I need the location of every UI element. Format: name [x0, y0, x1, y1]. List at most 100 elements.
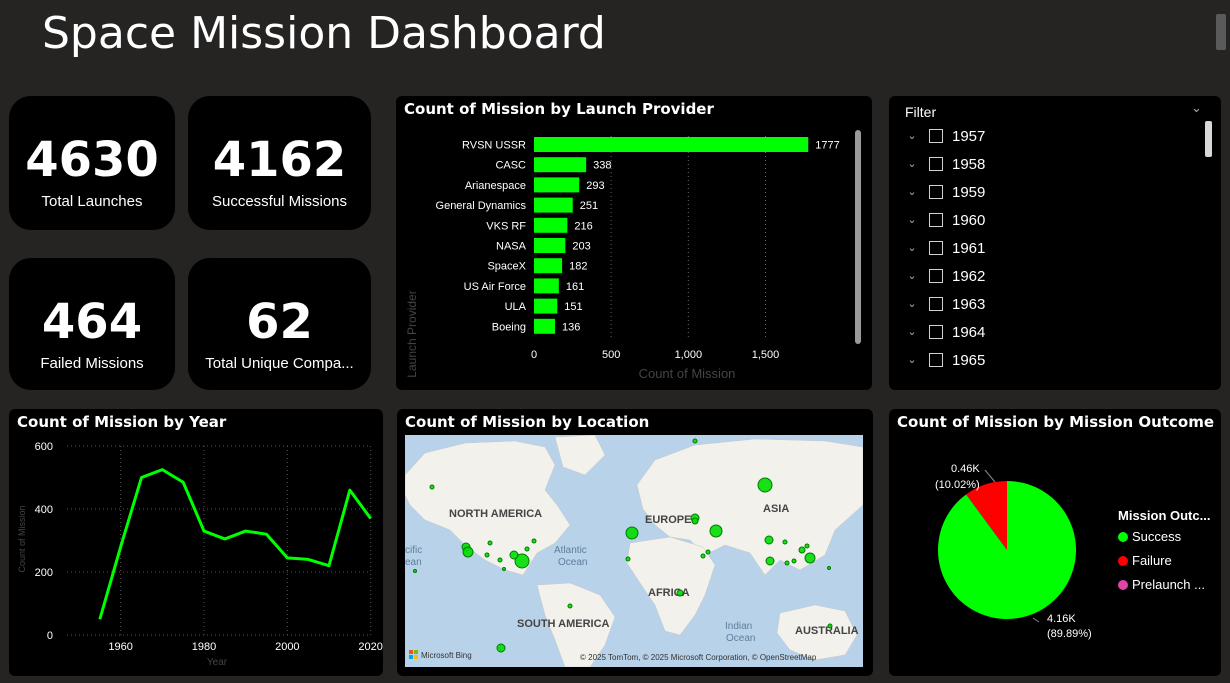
pie-slice-success[interactable] [938, 481, 1076, 619]
chevron-down-icon[interactable]: ⌄ [905, 269, 919, 283]
provider-bar[interactable] [534, 278, 559, 294]
map-marker-new-zealand[interactable] [827, 623, 833, 629]
provider-bar[interactable] [534, 157, 587, 173]
chevron-down-icon[interactable]: ⌄ [905, 297, 919, 311]
map-marker-brazil[interactable] [567, 603, 573, 609]
map-marker-alaska[interactable] [429, 484, 435, 490]
filter-year-1959[interactable]: ⌄ 1959 [905, 178, 985, 206]
chevron-down-icon[interactable]: ⌄ [905, 157, 919, 171]
provider-chart-panel[interactable]: Count of Mission by Launch Provider Laun… [396, 96, 872, 390]
filter-title: Filter [905, 104, 937, 120]
map-marker-wallops[interactable] [524, 546, 530, 552]
map-marker-texas[interactable] [497, 557, 503, 563]
chevron-down-icon[interactable]: ⌄ [905, 213, 919, 227]
chevron-down-icon[interactable]: ⌄ [905, 241, 919, 255]
provider-bar[interactable] [534, 258, 563, 274]
map-marker-kapustin[interactable] [709, 524, 723, 538]
map-marker-india[interactable] [764, 535, 774, 545]
map-marker-california[interactable] [462, 546, 474, 558]
year-xtick-label: 1960 [108, 641, 132, 653]
map-marker-israel[interactable] [700, 553, 706, 559]
year-chart-panel[interactable]: Count of Mission by Year Count of Missio… [9, 409, 383, 676]
provider-category-label: US Air Force [464, 281, 526, 293]
filter-year-1960[interactable]: ⌄ 1960 [905, 206, 985, 234]
filter-year-1964[interactable]: ⌄ 1964 [905, 318, 985, 346]
checkbox[interactable] [929, 297, 943, 311]
year-ytick-label: 600 [35, 441, 53, 453]
map-marker-kiritimati[interactable] [487, 540, 493, 546]
chevron-down-icon[interactable]: ⌄ [905, 129, 919, 143]
checkbox[interactable] [929, 325, 943, 339]
provider-value-label: 293 [586, 180, 604, 192]
map-marker-tanegashima[interactable] [827, 566, 831, 570]
provider-bar[interactable] [534, 238, 566, 253]
map-label-atlantic: Atlantic [554, 545, 587, 556]
provider-bar[interactable] [534, 298, 558, 314]
legend-item-failure[interactable]: Failure [1118, 553, 1172, 568]
map-marker-kwajalein[interactable] [502, 567, 506, 571]
map-marker-baikonur[interactable] [757, 477, 773, 493]
map-marker-kenya[interactable] [676, 589, 684, 597]
chevron-down-icon[interactable]: ⌄ [905, 353, 919, 367]
map-marker-jiuquan[interactable] [782, 539, 788, 545]
map-marker-sriharikota[interactable] [765, 556, 775, 566]
checkbox[interactable] [929, 129, 943, 143]
provider-value-label: 182 [569, 261, 587, 273]
filter-slicer[interactable]: Filter ⌄ ⌄ 1957 ⌄ 1958 ⌄ 1959 ⌄ 1960 ⌄ 1961 ⌄ 1962 ⌄… [889, 96, 1221, 390]
chevron-down-icon[interactable]: ⌄ [905, 325, 919, 339]
year-ytick-label: 200 [35, 567, 53, 579]
year-line-series[interactable] [98, 468, 372, 620]
filter-year-1962[interactable]: ⌄ 1962 [905, 262, 985, 290]
chevron-down-icon[interactable]: ⌄ [905, 185, 919, 199]
legend-item-prelaunch[interactable]: Prelaunch ... [1118, 577, 1205, 592]
provider-bar[interactable] [534, 137, 809, 152]
legend-item-success[interactable]: Success [1118, 529, 1181, 544]
filter-year-1958[interactable]: ⌄ 1958 [905, 150, 985, 178]
world-map[interactable]: NORTH AMERICA EUROPE ASIA AFRICA SOUTH A… [405, 435, 863, 667]
map-marker-virginia[interactable] [531, 538, 537, 544]
map-marker-iran[interactable] [705, 549, 711, 555]
filter-year-1965[interactable]: ⌄ 1965 [905, 346, 985, 374]
map-marker-xichang[interactable] [791, 558, 797, 564]
map-marker-florida[interactable] [509, 550, 519, 560]
map-marker-baja[interactable] [413, 569, 417, 573]
kpi-label: Total Unique Compa... [205, 355, 354, 372]
outcome-pie-chart: 0.46K (10.02%) 4.16K (89.89%) [935, 463, 1092, 640]
map-marker-korea[interactable] [804, 543, 810, 549]
filter-year-1963[interactable]: ⌄ 1963 [905, 290, 985, 318]
provider-chart-scrollbar[interactable] [855, 130, 861, 344]
page-scrollbar[interactable] [1216, 14, 1226, 50]
map-marker-japan[interactable] [804, 552, 816, 564]
provider-bar[interactable] [534, 197, 573, 213]
provider-chart-ylabel: Launch Provider [405, 290, 419, 377]
map-label-north-america: NORTH AMERICA [449, 508, 542, 520]
provider-bar[interactable] [534, 177, 580, 193]
map-marker-kourou[interactable] [625, 556, 631, 562]
filter-scrollbar[interactable] [1205, 121, 1212, 157]
provider-category-label: VKS RF [486, 220, 526, 232]
checkbox[interactable] [929, 353, 943, 367]
filter-year-1957[interactable]: ⌄ 1957 [905, 122, 985, 150]
provider-bar[interactable] [534, 217, 568, 233]
year-chart-xlabel: Year [207, 657, 228, 668]
map-marker-taiyuan[interactable] [798, 546, 806, 554]
map-marker-australia[interactable] [496, 643, 506, 653]
filter-year-label: 1963 [952, 295, 986, 313]
map-attribution[interactable]: © 2025 TomTom, © 2025 Microsoft Corporat… [580, 653, 817, 662]
map-marker-wenchang[interactable] [784, 560, 790, 566]
filter-chevron-icon[interactable]: ⌄ [1191, 101, 1202, 116]
checkbox[interactable] [929, 157, 943, 171]
provider-chart: Launch Provider Count of Mission 0 500 1,0… [405, 136, 840, 381]
filter-year-1961[interactable]: ⌄ 1961 [905, 234, 985, 262]
checkbox[interactable] [929, 241, 943, 255]
map-marker-iceland[interactable] [692, 438, 698, 444]
checkbox[interactable] [929, 269, 943, 283]
provider-category-label: CASC [495, 160, 526, 172]
map-marker-mexico[interactable] [484, 552, 490, 558]
provider-bar[interactable] [534, 318, 555, 334]
map-panel[interactable]: Count of Mission by Location NORTH AMERI… [397, 409, 873, 676]
checkbox[interactable] [929, 185, 943, 199]
map-marker-scandinavia[interactable] [691, 517, 699, 525]
map-marker-algeria[interactable] [625, 526, 639, 540]
checkbox[interactable] [929, 213, 943, 227]
